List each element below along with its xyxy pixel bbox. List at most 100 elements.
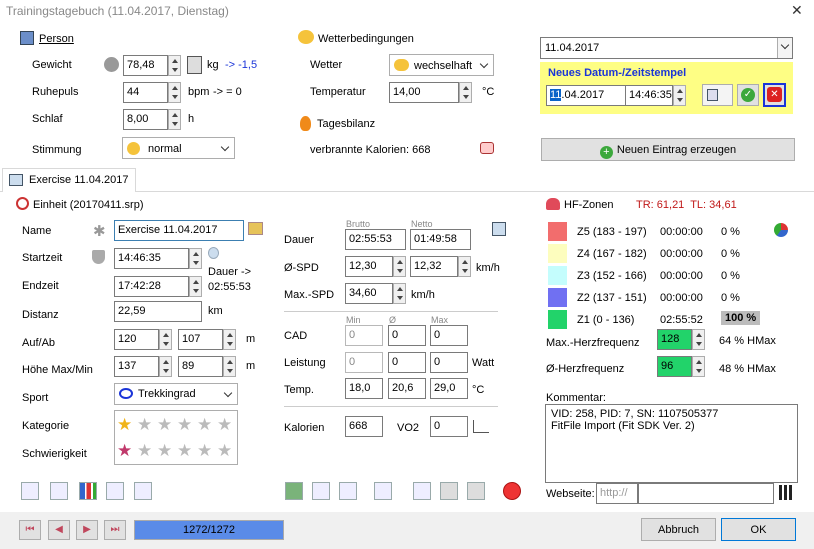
vo2-input[interactable]: 0 xyxy=(430,416,468,437)
device-icon[interactable] xyxy=(312,482,330,500)
pie-chart-icon[interactable] xyxy=(774,223,788,237)
table-icon[interactable] xyxy=(492,222,506,236)
hoehe-max-spinner[interactable] xyxy=(159,356,172,377)
delete-icon[interactable] xyxy=(503,482,521,500)
endzeit-input[interactable]: 17:42:28 xyxy=(114,276,189,297)
calculator-icon[interactable] xyxy=(187,56,202,74)
chart-tool-icon[interactable] xyxy=(467,482,485,500)
rating-star-icon[interactable]: ★ xyxy=(197,442,212,459)
rss-icon[interactable] xyxy=(440,482,458,500)
auf-spinner[interactable] xyxy=(159,329,172,350)
temp-spinner[interactable] xyxy=(459,82,472,103)
maxhf-input[interactable]: 128 xyxy=(657,329,692,350)
cad-max-input[interactable]: 0 xyxy=(430,325,468,346)
webseite-input-extra[interactable] xyxy=(638,483,774,504)
wetter-select[interactable]: wechselhaft xyxy=(389,54,494,76)
laps-icon[interactable] xyxy=(134,482,152,500)
leistung-max-input[interactable]: 0 xyxy=(430,352,468,373)
spd-netto-spinner[interactable] xyxy=(458,256,471,277)
map-route-icon[interactable] xyxy=(21,482,39,500)
rating-star-icon[interactable]: ★ xyxy=(177,442,192,459)
temp-avg-input[interactable]: 20,6 xyxy=(388,378,426,399)
avghf-input[interactable]: 96 xyxy=(657,356,692,377)
ab-input[interactable]: 107 xyxy=(178,329,223,350)
next-record-button[interactable]: ▶ xyxy=(76,520,98,540)
cad-avg-input[interactable]: 0 xyxy=(388,325,426,346)
abbruch-button[interactable]: Abbruch xyxy=(641,518,716,541)
rating-star-icon[interactable]: ★ xyxy=(137,416,152,433)
maxspd-input[interactable]: 34,60 xyxy=(345,283,393,304)
ruhepuls-input[interactable]: 44 xyxy=(123,82,168,103)
datum-select[interactable]: 11.04.2017 xyxy=(540,37,793,59)
tab-exercise[interactable]: Exercise 11.04.2017 xyxy=(2,168,136,192)
calculator-tool-icon[interactable] xyxy=(374,482,392,500)
schlaf-input[interactable]: 8,00 xyxy=(123,109,168,130)
avghf-spinner[interactable] xyxy=(692,356,705,377)
close-button[interactable]: ✕ xyxy=(791,2,803,19)
rating-star-icon[interactable]: ★ xyxy=(137,442,152,459)
rating-star-icon[interactable]: ★ xyxy=(157,416,172,433)
startzeit-input[interactable]: 14:46:35 xyxy=(114,248,189,269)
webseite-input[interactable]: http:// xyxy=(596,483,638,504)
temp-min-input[interactable]: 18,0 xyxy=(345,378,383,399)
rating-star-icon[interactable]: ★ xyxy=(217,442,232,459)
neue-zeit-input[interactable]: 14:46:35 xyxy=(626,85,673,106)
rating-star-icon[interactable]: ★ xyxy=(197,416,212,433)
stimmung-select[interactable]: normal xyxy=(122,137,235,159)
ok-button[interactable]: OK xyxy=(721,518,796,541)
rating-star-icon[interactable]: ★ xyxy=(157,442,172,459)
spd-netto-input[interactable]: 12,32 xyxy=(410,256,458,277)
gewicht-spinner[interactable] xyxy=(168,55,181,76)
hoehe-max-input[interactable]: 137 xyxy=(114,356,159,377)
sport-select[interactable]: Trekkingrad xyxy=(114,383,238,405)
first-record-button[interactable]: ⏮ xyxy=(19,520,41,540)
last-record-button[interactable]: ⏭ xyxy=(104,520,126,540)
line-chart-icon[interactable] xyxy=(50,482,68,500)
maxspd-spinner[interactable] xyxy=(393,283,406,304)
schwierigkeit-rating[interactable]: ★ ★ ★ ★ ★ ★ xyxy=(117,442,237,460)
export-icon[interactable] xyxy=(339,482,357,500)
kalorien-input[interactable]: 668 xyxy=(345,416,383,437)
neues-datum-input[interactable]: 11.04.2017 xyxy=(546,85,626,106)
folder-icon[interactable] xyxy=(248,222,263,235)
gewicht-input[interactable]: 78,48 xyxy=(123,55,168,76)
temp-max-input[interactable]: 29,0 xyxy=(430,378,468,399)
zeit-spinner[interactable] xyxy=(673,85,686,106)
kommentar-textarea[interactable]: VID: 258, PID: 7, SN: 1107505377 FitFile… xyxy=(545,404,798,483)
table-view-icon[interactable] xyxy=(106,482,124,500)
rating-star-icon[interactable]: ★ xyxy=(217,416,232,433)
ab-spinner[interactable] xyxy=(223,329,236,350)
spd-brutto-spinner[interactable] xyxy=(393,256,406,277)
qr-code-icon[interactable] xyxy=(779,485,794,500)
calendar-dropdown-button[interactable] xyxy=(702,84,733,106)
maxhf-spinner[interactable] xyxy=(692,329,705,350)
confirm-button[interactable]: ✓ xyxy=(737,84,759,106)
neuer-eintrag-button[interactable]: + Neuen Eintrag erzeugen xyxy=(541,138,795,161)
hoehe-min-spinner[interactable] xyxy=(223,356,236,377)
rating-star-icon[interactable]: ★ xyxy=(177,416,192,433)
leistung-min-input[interactable]: 0 xyxy=(345,352,383,373)
name-input[interactable]: Exercise 11.04.2017 xyxy=(114,220,244,241)
chart-icon[interactable] xyxy=(473,420,489,433)
rating-star-icon[interactable]: ★ xyxy=(117,442,132,459)
hoehe-min-input[interactable]: 89 xyxy=(178,356,223,377)
prev-record-button[interactable]: ◀ xyxy=(48,520,70,540)
distanz-input[interactable]: 22,59 xyxy=(114,301,202,322)
ruhepuls-spinner[interactable] xyxy=(168,82,181,103)
dauer-netto-input[interactable]: 01:49:58 xyxy=(410,229,471,250)
copy-icon[interactable] xyxy=(413,482,431,500)
datum-dropdown-button[interactable] xyxy=(777,38,792,58)
bar-chart-icon[interactable] xyxy=(79,482,97,500)
photo-icon[interactable] xyxy=(285,482,303,500)
rating-star-icon[interactable]: ★ xyxy=(117,416,132,433)
hand-icon[interactable] xyxy=(480,142,494,154)
schlaf-spinner[interactable] xyxy=(168,109,181,130)
endzeit-spinner[interactable] xyxy=(189,276,202,297)
kategorie-rating[interactable]: ★ ★ ★ ★ ★ ★ xyxy=(117,416,237,434)
startzeit-spinner[interactable] xyxy=(189,248,202,269)
temp-input[interactable]: 14,00 xyxy=(389,82,459,103)
cancel-button[interactable]: ✕ xyxy=(763,83,786,107)
cad-min-input[interactable]: 0 xyxy=(345,325,383,346)
spd-brutto-input[interactable]: 12,30 xyxy=(345,256,393,277)
dauer-brutto-input[interactable]: 02:55:53 xyxy=(345,229,406,250)
